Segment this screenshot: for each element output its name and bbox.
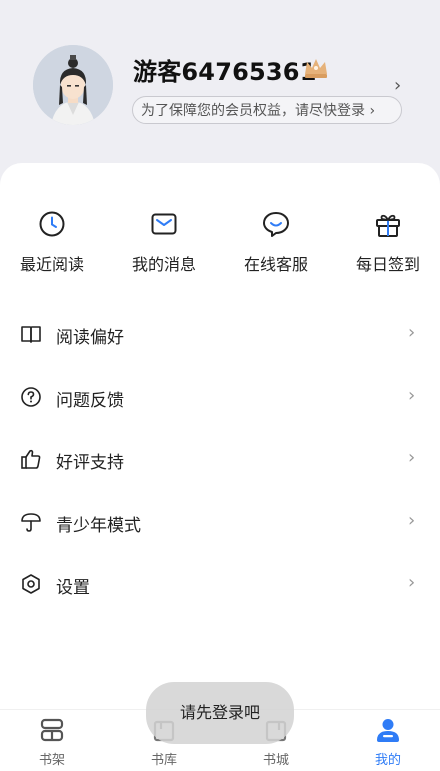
settings-icon xyxy=(22,574,40,594)
tab-label: 书库 xyxy=(150,753,177,768)
clock-icon xyxy=(39,211,65,237)
quick-action-recent-reading[interactable]: 最近阅读 xyxy=(0,209,107,275)
quick-action-label: 我的消息 xyxy=(131,255,196,274)
chevron-right-icon: › xyxy=(408,447,416,468)
login-hint-chevron-icon: › xyxy=(369,103,376,119)
username: 游客64765361 xyxy=(133,58,317,86)
chevron-right-icon: › xyxy=(408,322,416,343)
menu-item-feedback[interactable]: 问题反馈 › xyxy=(0,377,440,417)
menu-item-rate-support[interactable]: 好评支持 › xyxy=(0,439,440,479)
chat-smile-icon xyxy=(263,212,289,237)
chevron-right-icon: › xyxy=(408,385,416,406)
login-hint-text: 为了保障您的会员权益，请尽快登录 xyxy=(141,103,365,119)
umbrella-icon xyxy=(21,513,41,532)
user-icon xyxy=(377,719,399,742)
profile-chevron-icon[interactable]: › xyxy=(394,75,408,96)
menu-item-label: 设置 xyxy=(56,578,90,598)
chevron-right-icon: › xyxy=(408,510,416,531)
tab-bookshelf[interactable]: 书架 xyxy=(0,716,107,768)
quick-action-label: 最近阅读 xyxy=(19,255,84,274)
crown-icon xyxy=(305,59,327,78)
quick-action-daily-checkin[interactable]: 每日签到 xyxy=(333,209,440,275)
bookshelf-icon xyxy=(40,718,64,742)
avatar-illustration xyxy=(33,45,113,125)
thumbs-up-icon xyxy=(21,449,41,469)
gift-icon xyxy=(376,214,400,237)
chevron-right-icon: › xyxy=(408,572,416,593)
menu-item-label: 好评支持 xyxy=(56,453,124,473)
login-hint-button[interactable]: 为了保障您的会员权益，请尽快登录 › xyxy=(132,96,402,124)
tab-label: 书城 xyxy=(262,753,289,768)
tab-mine[interactable]: 我的 xyxy=(333,716,440,768)
quick-action-messages[interactable]: 我的消息 xyxy=(109,209,219,275)
envelope-icon xyxy=(151,213,177,235)
menu-item-reading-preference[interactable]: 阅读偏好 › xyxy=(0,314,440,354)
menu-item-teen-mode[interactable]: 青少年模式 › xyxy=(0,502,440,542)
menu-item-label: 阅读偏好 xyxy=(56,328,124,348)
quick-action-label: 每日签到 xyxy=(355,255,420,274)
tab-label: 我的 xyxy=(374,753,401,768)
menu-item-settings[interactable]: 设置 › xyxy=(0,564,440,604)
quick-action-label: 在线客服 xyxy=(243,255,308,274)
menu-item-label: 青少年模式 xyxy=(56,516,141,536)
quick-action-customer-service[interactable]: 在线客服 xyxy=(221,209,331,275)
menu-item-label: 问题反馈 xyxy=(56,391,124,411)
avatar[interactable] xyxy=(33,45,113,125)
toast-message: 请先登录吧 xyxy=(146,682,294,744)
tab-label: 书架 xyxy=(38,753,65,768)
question-bubble-icon xyxy=(21,387,41,407)
open-book-icon xyxy=(21,326,41,343)
